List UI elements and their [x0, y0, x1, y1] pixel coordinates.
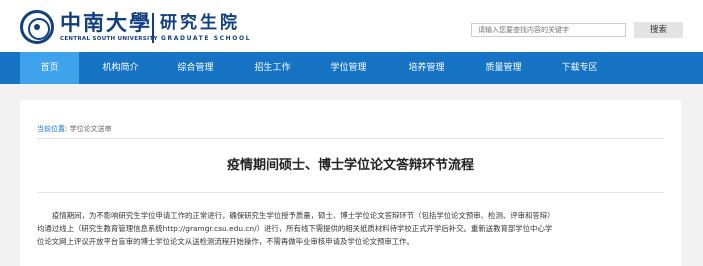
nav-item-quality-management[interactable]: 质量管理 [462, 52, 545, 84]
nav-item-training-management[interactable]: 培养管理 [385, 52, 468, 84]
university-emblem-icon[interactable] [20, 10, 54, 44]
article-card: 当前位置: 学位论文送审 疫情期间硕士、博士学位论文答辩环节流程 疫情期间，为不… [20, 100, 681, 266]
breadcrumb-divider [37, 138, 664, 139]
article-title: 疫情期间硕士、博士学位论文答辩环节流程 [226, 158, 474, 173]
breadcrumb-current[interactable]: 学位论文送审 [70, 125, 112, 133]
search-input[interactable] [471, 23, 626, 37]
article-body-line: 均通过线上（研究生教育管理信息系统http://gramgr.csu.edu.c… [37, 224, 553, 233]
nav-item-home[interactable]: 首页 [20, 52, 79, 84]
university-name-en: CENTRAL SOUTH UNIVERSITY [60, 36, 158, 42]
university-name-cn[interactable]: 中南大學 [60, 11, 152, 35]
nav-item-downloads[interactable]: 下载专区 [538, 52, 621, 84]
graduate-school-name-cn[interactable]: 研究生院 [160, 12, 240, 34]
article-body: 疫情期间，为不影响研究生学位申请工作的正常进行，确保研究生学位授予质量，硕士、博… [37, 209, 664, 248]
breadcrumb-label: 当前位置: [37, 125, 68, 133]
title-divider [37, 192, 664, 193]
search-button[interactable]: 搜索 [634, 22, 683, 38]
nav-item-general-management[interactable]: 综合管理 [154, 52, 237, 84]
nav-item-about[interactable]: 机构简介 [79, 52, 162, 84]
logo-divider [152, 13, 154, 43]
article-body-line: 位论文网上评议开放平台盲审的博士学位论文从送检测流程开始操作，不需再做毕业审核申… [37, 237, 414, 246]
breadcrumb: 当前位置: 学位论文送审 [37, 124, 112, 134]
site-header: 中南大學 CENTRAL SOUTH UNIVERSITY 研究生院 GRADU… [0, 0, 703, 52]
article-body-line: 疫情期间，为不影响研究生学位申请工作的正常进行，确保研究生学位授予质量，硕士、博… [52, 211, 555, 220]
graduate-school-name-en: GRADUATE SCHOOL [161, 35, 252, 42]
nav-item-admissions[interactable]: 招生工作 [231, 52, 314, 84]
nav-item-degree-management[interactable]: 学位管理 [307, 52, 390, 84]
main-nav: 首页 机构简介 综合管理 招生工作 学位管理 培养管理 质量管理 下载专区 [0, 52, 703, 84]
